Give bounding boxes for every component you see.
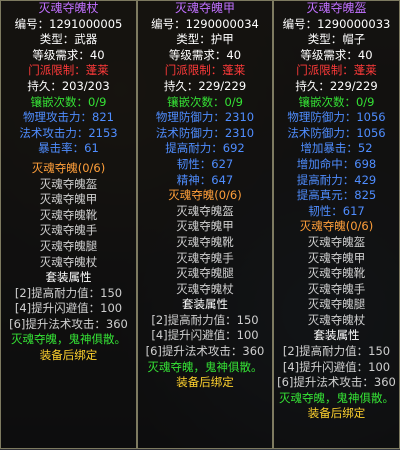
attribute-line: 法术防御力：1056 <box>287 125 386 140</box>
attribute-line: 灭魂夺魄盔 <box>176 203 234 218</box>
attribute-line: [6]提升法术攻击：360 <box>145 344 265 359</box>
attribute-line: 持久：229/229 <box>163 78 247 93</box>
attribute-line: 灭魂夺魄，鬼神俱散。 <box>279 390 394 405</box>
set-name: 灭魂夺魄(0/6) <box>168 188 242 203</box>
attribute-line: 法术攻击力：2153 <box>19 125 118 140</box>
attribute-line: 灭魂夺魄杖 <box>39 254 98 269</box>
attribute-line: 灭魂夺魄靴 <box>176 234 234 249</box>
attribute-line: 灭魂夺魄甲 <box>39 192 98 207</box>
item-name: 灭魂夺魄甲 <box>174 1 235 15</box>
attribute-line: 精神：647 <box>176 172 234 187</box>
bind-status: 装备后绑定 <box>39 348 98 363</box>
bind-status: 装备后绑定 <box>176 375 234 390</box>
attribute-line: 灭魂夺魄杖 <box>176 281 234 296</box>
attribute-line: 等级需求：40 <box>300 47 373 62</box>
attribute-line: 套装属性 <box>313 328 360 343</box>
attribute-line: 灭魂夺魄甲 <box>307 250 366 265</box>
attribute-line: 编号：1290000033 <box>282 16 391 31</box>
item-tooltip-armor: 灭魂夺魄甲 编号：1290000034 类型：护甲 等级需求：40 门派限制：蓬莱 持久：… <box>137 0 273 449</box>
attribute-line: 镶嵌次数：0/9 <box>166 94 243 109</box>
attribute-line: 套装属性 <box>182 297 228 312</box>
attribute-line: [4]提升闪避值：100 <box>151 328 259 343</box>
attribute-line: 灭魂夺魄盔 <box>39 176 98 191</box>
attribute-line: 编号：1291000005 <box>14 16 123 31</box>
sect-restriction: 门派限制：蓬莱 <box>296 63 377 78</box>
attribute-line: [4]提升闪避值：100 <box>282 359 391 374</box>
attribute-line: 灭魂夺魄腿 <box>307 297 366 312</box>
sect-restriction: 门派限制：蓬莱 <box>28 63 109 78</box>
attribute-line: 灭魂夺魄腿 <box>39 238 98 253</box>
attribute-line: 编号：1290000034 <box>151 16 259 31</box>
attribute-line: [2]提高耐力值：150 <box>282 344 391 359</box>
item-tooltip-helmet: 灭魂夺魄盔 编号：1290000033 类型：帽子 等级需求：40 门派限制：蓬莱 持久：… <box>273 0 400 449</box>
attribute-line: [2]提高耐力值：150 <box>14 285 123 300</box>
sect-restriction: 门派限制：蓬莱 <box>164 63 246 78</box>
attribute-line: [6]提升法术攻击：360 <box>9 316 128 331</box>
bind-status: 装备后绑定 <box>307 406 366 421</box>
attribute-line: 灭魂夺魄，鬼神俱散。 <box>11 332 126 347</box>
attribute-line: 韧性：617 <box>308 203 365 218</box>
attribute-line: 物理防御力：1056 <box>287 110 386 125</box>
attribute-line: 套装属性 <box>45 270 92 285</box>
attribute-line: 镶嵌次数：0/9 <box>298 94 375 109</box>
attribute-line: 灭魂夺魄手 <box>39 223 98 238</box>
attribute-line: 灭魂夺魄靴 <box>39 207 98 222</box>
attribute-line: 灭魂夺魄手 <box>307 281 366 296</box>
attribute-line: 暴击率：61 <box>38 141 99 156</box>
attribute-line: 增加暴击：52 <box>300 141 373 156</box>
attribute-line: 灭魂夺魄腿 <box>176 266 234 281</box>
attribute-line: 灭魂夺魄靴 <box>307 266 366 281</box>
attribute-line: 法术防御力：2310 <box>155 125 255 140</box>
item-tooltip-staff: 灭魂夺魄杖 编号：1291000005 类型：武器 等级需求：40 门派限制：蓬莱 持久：… <box>0 0 137 449</box>
attribute-line: 灭魂夺魄甲 <box>176 219 234 234</box>
attribute-line: 提高耐力：692 <box>165 141 245 156</box>
attribute-line: 灭魂夺魄，鬼神俱散。 <box>147 359 263 374</box>
attribute-line: 等级需求：40 <box>32 47 105 62</box>
attribute-line: 韧性：627 <box>176 156 234 171</box>
item-name: 灭魂夺魄杖 <box>38 1 99 15</box>
attribute-line: 物理攻击力：821 <box>23 110 114 125</box>
attribute-line: 类型：帽子 <box>307 32 366 47</box>
attribute-line: 类型：护甲 <box>176 32 234 47</box>
attribute-line: 灭魂夺魄手 <box>176 250 234 265</box>
attribute-line: [2]提高耐力值：150 <box>151 312 259 327</box>
set-name: 灭魂夺魄(0/6) <box>31 160 106 175</box>
attribute-line: 类型：武器 <box>39 32 98 47</box>
set-name: 灭魂夺魄(0/6) <box>299 219 374 234</box>
attribute-line: 物理防御力：2310 <box>155 110 255 125</box>
attribute-line: 灭魂夺魄盔 <box>307 234 366 249</box>
attribute-line: 提高耐力：429 <box>296 172 377 187</box>
attribute-line: 灭魂夺魄杖 <box>307 312 366 327</box>
attribute-line: 持久：203/203 <box>27 78 110 93</box>
attribute-line: 增加命中：698 <box>296 156 377 171</box>
attribute-line: [4]提升闪避值：100 <box>14 301 123 316</box>
attribute-line: 镶嵌次数：0/9 <box>30 94 107 109</box>
item-name: 灭魂夺魄盔 <box>306 1 367 15</box>
attribute-line: 持久：229/229 <box>295 78 378 93</box>
attribute-line: 提高真元：825 <box>296 188 377 203</box>
attribute-line: 等级需求：40 <box>168 47 242 62</box>
attribute-line: [6]提升法术攻击：360 <box>277 375 396 390</box>
